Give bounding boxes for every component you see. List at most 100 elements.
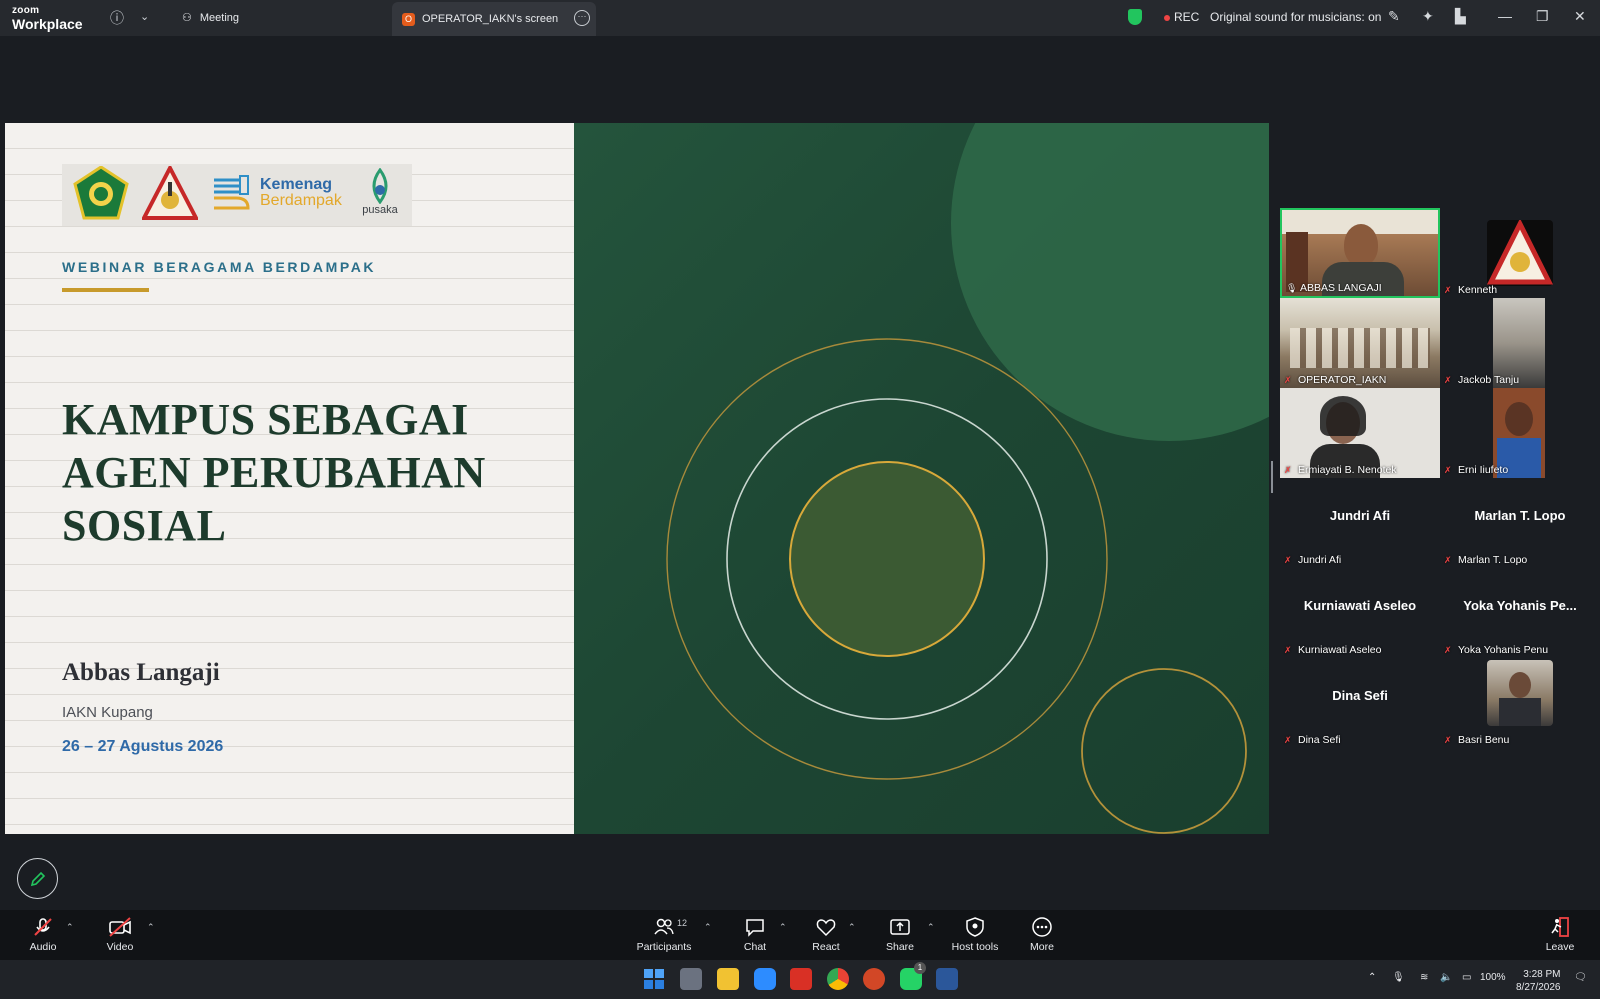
battery-icon[interactable]: ▭ [1462, 972, 1471, 983]
participant-display-name: Kurniawati Aseleo [1303, 598, 1417, 613]
participants-icon [654, 918, 674, 935]
muted-mic-icon: ✗ [1284, 645, 1292, 655]
participant-tile[interactable]: ✗ OPERATOR_IAKN [1280, 298, 1440, 388]
chrome-icon[interactable] [827, 968, 849, 990]
participant-name: ✗ Jundri Afi [1284, 554, 1342, 566]
slide-headline: KAMPUS SEBAGAI AGEN PERUBAHAN SOSIAL [62, 393, 542, 552]
wifi-icon[interactable]: ≋ [1420, 972, 1428, 983]
participant-name: ✗ Dina Sefi [1284, 734, 1341, 746]
slide-right-panel [574, 123, 1269, 834]
participant-name: ✗ Jackob Tanju [1444, 374, 1520, 386]
mic-muted-icon [34, 918, 52, 936]
share-screen-tab[interactable]: O OPERATOR_IAKN's screen ··· [392, 2, 596, 36]
participant-tile[interactable]: Yoka Yohanis Pe... ✗ Yoka Yohanis Penu [1440, 568, 1600, 658]
participant-tile[interactable]: ✗ Jackob Tanju [1440, 298, 1600, 388]
muted-mic-icon: ✗ [1444, 465, 1452, 475]
participant-tile-active-speaker[interactable]: 🎙 ABBAS LANGAJI [1280, 208, 1440, 298]
meeting-icon: ⚇ [182, 12, 192, 24]
notification-icon[interactable]: 🗨 [1574, 972, 1587, 983]
restore-icon[interactable]: ❐ [1536, 8, 1549, 25]
slide-left-panel: Kemenag Berdampak pusaka WEBINAR BERAGAM… [5, 123, 574, 834]
share-button[interactable]: Share [868, 916, 932, 953]
headline-line-2: AGEN PERUBAHAN [62, 448, 486, 497]
share-screen-icon [890, 919, 910, 935]
participant-name: ✗ Kenneth [1444, 284, 1498, 296]
info-icon[interactable]: ⓘ [110, 8, 124, 28]
close-icon[interactable]: ✕ [1574, 8, 1586, 25]
meeting-tab[interactable]: ⚇ Meeting [182, 11, 239, 24]
chat-options-caret-icon[interactable]: ⌃ [779, 922, 787, 933]
kemenag-logo [73, 166, 129, 220]
avatar-photo [1487, 660, 1553, 726]
task-view-icon[interactable] [680, 968, 702, 990]
original-sound-status[interactable]: Original sound for musicians: on [1210, 10, 1381, 24]
leave-label: Leave [1545, 941, 1575, 953]
acrobat-icon[interactable] [790, 968, 812, 990]
video-label: Video [106, 941, 134, 953]
system-clock[interactable]: 3:28 PM 8/27/2026 [1516, 968, 1561, 994]
more-button[interactable]: More [1010, 916, 1074, 953]
speaker-icon[interactable]: 🔈 [1440, 972, 1452, 983]
app-logo: zoom Workplace [12, 6, 83, 32]
windows-start-icon[interactable] [643, 968, 665, 990]
share-tab-label: OPERATOR_IAKN's screen [422, 13, 559, 25]
react-label: React [812, 941, 840, 953]
logo-strip: Kemenag Berdampak pusaka [62, 164, 412, 226]
annotate-button[interactable] [17, 858, 58, 899]
sparkle-icon[interactable]: ✦ [1422, 8, 1434, 25]
participant-tile[interactable]: ✗ Erni Iiufeto [1440, 388, 1600, 478]
participants-options-caret-icon[interactable]: ⌃ [704, 922, 712, 933]
shared-screen: Kemenag Berdampak pusaka WEBINAR BERAGAM… [5, 123, 1269, 834]
speaker-name: Abbas Langaji [62, 659, 220, 686]
participant-name: ✗ Yoka Yohanis Penu [1444, 644, 1549, 656]
mic-tray-icon[interactable]: 🎙 [1392, 972, 1405, 983]
muted-mic-icon: ✗ [1444, 555, 1452, 565]
whatsapp-icon[interactable]: 1 [900, 962, 926, 990]
host-tools-button[interactable]: Host tools [943, 916, 1007, 953]
share-options-caret-icon[interactable]: ⌃ [927, 922, 935, 933]
participant-name: 🎙 ABBAS LANGAJI [1286, 282, 1382, 294]
leave-button[interactable]: Leave [1528, 916, 1592, 953]
chat-label: Chat [743, 941, 767, 953]
participant-tile[interactable]: ✗ Ermiayati B. Nenotek [1280, 388, 1440, 478]
participant-tile[interactable]: Dina Sefi ✗ Dina Sefi [1280, 658, 1440, 748]
participant-tile[interactable]: Marlan T. Lopo ✗ Marlan T. Lopo [1440, 478, 1600, 568]
zoom-app-icon[interactable] [754, 968, 776, 990]
gallery-resize-handle[interactable] [1271, 461, 1273, 493]
muted-mic-icon: ✗ [1284, 465, 1292, 475]
host-shield-icon [966, 917, 984, 937]
clock-time: 3:28 PM [1523, 969, 1561, 980]
participant-tile[interactable]: Jundri Afi ✗ Jundri Afi [1280, 478, 1440, 568]
whatsapp-badge: 1 [914, 962, 926, 974]
more-options-icon[interactable]: ··· [574, 10, 590, 26]
eyebrow-underline [62, 288, 149, 292]
video-button[interactable]: Video [88, 916, 152, 953]
participant-name: ✗ Basri Benu [1444, 734, 1510, 746]
pencil-icon [30, 871, 46, 887]
view-layout-icon[interactable]: ▙ [1455, 8, 1466, 25]
audio-label: Audio [29, 941, 57, 953]
chat-icon [746, 919, 764, 937]
pusaka-logo: pusaka [352, 166, 408, 222]
battery-percent: 100% [1480, 972, 1506, 983]
participant-name: ✗ Kurniawati Aseleo [1284, 644, 1382, 656]
annotation-icon[interactable]: ✎ [1388, 8, 1400, 25]
participant-tile[interactable]: ✗ Basri Benu [1440, 658, 1600, 748]
participant-tile[interactable]: ✗ Kenneth [1440, 208, 1600, 298]
share-tab-badge: O [402, 13, 415, 26]
react-options-caret-icon[interactable]: ⌃ [848, 922, 856, 933]
minimize-icon[interactable]: — [1498, 8, 1512, 24]
powerpoint-icon[interactable] [863, 968, 885, 990]
chat-button[interactable]: Chat [723, 916, 787, 953]
video-options-caret-icon[interactable]: ⌃ [147, 922, 155, 933]
file-explorer-icon[interactable] [717, 968, 739, 990]
show-hidden-icons-icon[interactable]: ⌃ [1368, 972, 1376, 983]
recording-indicator[interactable]: REC [1164, 10, 1199, 24]
word-icon[interactable] [936, 968, 958, 990]
chevron-down-icon[interactable]: ⌄ [140, 10, 149, 23]
audio-options-caret-icon[interactable]: ⌃ [66, 922, 74, 933]
participant-tile[interactable]: Kurniawati Aseleo ✗ Kurniawati Aseleo [1280, 568, 1440, 658]
kemenag-berdampak-logo: Kemenag Berdampak [210, 168, 346, 214]
muted-mic-icon: ✗ [1444, 285, 1452, 295]
encryption-shield-icon[interactable] [1128, 9, 1142, 25]
